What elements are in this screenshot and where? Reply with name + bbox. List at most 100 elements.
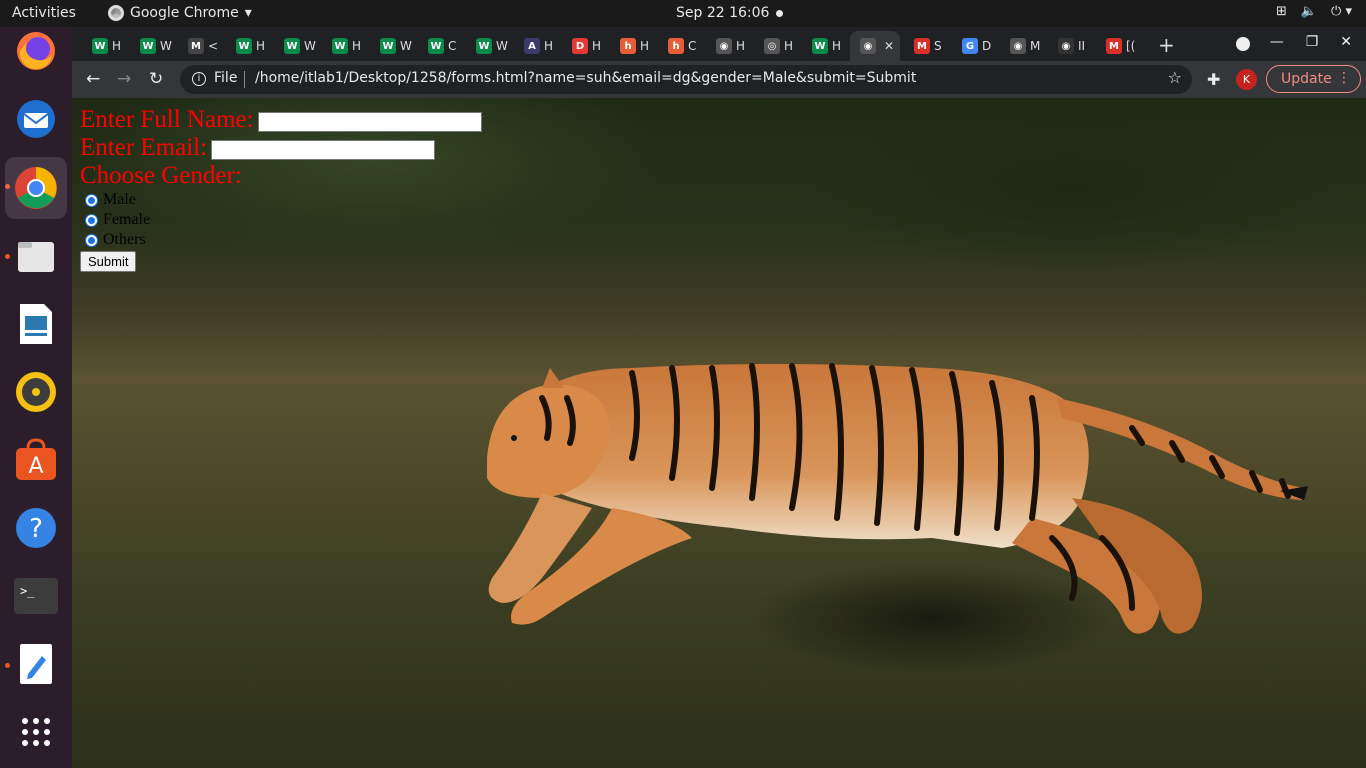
browser-tab[interactable]: WW [274, 31, 320, 61]
tab-title: W [160, 39, 172, 53]
browser-tab[interactable]: ◉ ✕ [850, 31, 900, 61]
browser-tab[interactable]: M [( [1096, 31, 1142, 61]
firefox-icon[interactable] [12, 27, 60, 75]
tab-favicon-icon: M [188, 38, 204, 54]
tab-title: [( [1126, 39, 1136, 53]
reload-icon[interactable]: ↻ [149, 69, 163, 89]
svg-text:?: ? [29, 514, 43, 544]
tab-title: H [544, 39, 554, 53]
browser-tab[interactable]: WW [130, 31, 176, 61]
text-editor-icon[interactable] [12, 640, 60, 688]
bookmark-star-icon[interactable]: ☆ [1168, 68, 1182, 87]
tab-title: H [784, 39, 794, 53]
libreoffice-impress-icon[interactable] [12, 300, 60, 348]
rhythmbox-icon[interactable] [12, 368, 60, 416]
tab-title: H [736, 39, 746, 53]
tab-title: W [496, 39, 508, 53]
email-input[interactable] [211, 140, 436, 160]
tab-favicon-icon: h [668, 38, 684, 54]
terminal-icon[interactable]: >_ [12, 572, 60, 620]
app-menu[interactable]: Google Chrome ▾ [108, 5, 252, 21]
address-bar[interactable]: i File /home/itlab1/Desktop/1258/forms.h… [180, 65, 1192, 94]
browser-tab[interactable]: WH [322, 31, 368, 61]
tab-search-icon[interactable] [1236, 37, 1250, 51]
power-icon: ⏻ ▾ [1331, 4, 1352, 19]
browser-tab[interactable]: WH [226, 31, 272, 61]
tab-favicon-icon: G [962, 38, 978, 54]
female-radio[interactable] [85, 213, 98, 227]
running-indicator [5, 254, 10, 259]
system-top-bar: Activities Google Chrome ▾ Sep 22 16:06 … [0, 0, 1366, 27]
browser-tab[interactable]: GD [952, 31, 998, 61]
chrome-dock-icon[interactable] [5, 157, 67, 219]
browser-tab[interactable]: ◉ H [706, 31, 752, 61]
info-icon[interactable]: i [192, 72, 206, 86]
files-icon[interactable] [12, 232, 60, 280]
clock[interactable]: Sep 22 16:06 [676, 5, 769, 21]
submit-button[interactable]: Submit [80, 251, 137, 272]
browser-tab[interactable]: DH [562, 31, 608, 61]
tab-favicon-icon: h [620, 38, 636, 54]
software-center-icon[interactable]: A [12, 436, 60, 484]
browser-tab[interactable]: M < [178, 31, 224, 61]
tab-strip: W H W W M < W H W W W H W W W C W W A H D Hh Hh C ◉ H ◎ H W H ◉ ✕ M S G D ◉ M… [72, 27, 1366, 61]
gender-option-male[interactable]: Male [80, 190, 482, 210]
browser-tab[interactable]: WW [370, 31, 416, 61]
browser-tab[interactable]: hH [610, 31, 656, 61]
close-window-icon[interactable]: ✕ [1340, 34, 1352, 50]
tab-title: H [832, 39, 842, 53]
divider [244, 71, 245, 88]
back-icon[interactable]: ← [86, 69, 100, 89]
male-radio[interactable] [85, 193, 98, 207]
browser-tab[interactable]: MS [904, 31, 950, 61]
forward-icon[interactable]: → [117, 69, 131, 89]
system-tray[interactable]: ⊞ 🔈 ⏻ ▾ [1276, 4, 1352, 19]
gender-option-others[interactable]: Others [80, 230, 482, 250]
update-button[interactable]: Update ⋮ [1266, 65, 1361, 93]
tab-favicon-icon: ◉ [716, 38, 732, 54]
tab-favicon-icon: W [428, 38, 444, 54]
browser-tab[interactable]: ◉ M [1000, 31, 1046, 61]
female-label: Female [103, 211, 151, 228]
notification-dot [776, 10, 783, 17]
svg-text:A: A [28, 454, 43, 479]
profile-avatar[interactable]: K [1236, 69, 1257, 90]
show-applications-icon[interactable] [12, 708, 60, 756]
minimize-icon[interactable]: — [1270, 34, 1284, 50]
url-scheme: File [214, 70, 238, 86]
page-viewport: Enter Full Name: Enter Email: Choose Gen… [72, 98, 1366, 768]
tab-favicon-icon: ◉ [860, 38, 876, 54]
tab-favicon-icon: W [332, 38, 348, 54]
extensions-icon[interactable]: ✚ [1207, 70, 1220, 89]
new-tab-button[interactable]: + [1158, 33, 1175, 57]
tab-favicon-icon: D [572, 38, 588, 54]
registration-form: Enter Full Name: Enter Email: Choose Gen… [80, 106, 482, 272]
tab-title: < [208, 39, 219, 53]
thunderbird-icon[interactable] [12, 95, 60, 143]
tab-title: H [112, 39, 122, 53]
tab-title: H [352, 39, 362, 53]
browser-tab[interactable]: WH [802, 31, 848, 61]
window-controls: — ❐ ✕ [1270, 34, 1352, 50]
browser-tab[interactable]: hC [658, 31, 704, 61]
activities-button[interactable]: Activities [12, 5, 76, 21]
tab-title: M [1030, 39, 1041, 53]
url-text[interactable]: /home/itlab1/Desktop/1258/forms.html?nam… [255, 70, 916, 86]
full-name-input[interactable] [257, 112, 482, 132]
browser-tab[interactable]: WC [418, 31, 464, 61]
browser-tab[interactable]: AH [514, 31, 560, 61]
help-icon[interactable]: ? [12, 504, 60, 552]
tab-favicon-icon: M [1106, 38, 1122, 54]
chevron-down-icon: ▾ [244, 5, 252, 21]
tab-favicon-icon: W [284, 38, 300, 54]
maximize-icon[interactable]: ❐ [1306, 34, 1319, 50]
close-tab-icon[interactable]: ✕ [884, 39, 894, 53]
tab-title: H [640, 39, 650, 53]
gender-option-female[interactable]: Female [80, 210, 482, 230]
tab-title: W [400, 39, 412, 53]
others-radio[interactable] [85, 233, 98, 247]
browser-tab[interactable]: ◎ H [754, 31, 800, 61]
browser-tab[interactable]: WH [82, 31, 128, 61]
browser-tab[interactable]: WW [466, 31, 512, 61]
browser-tab[interactable]: ◉ II [1048, 31, 1094, 61]
